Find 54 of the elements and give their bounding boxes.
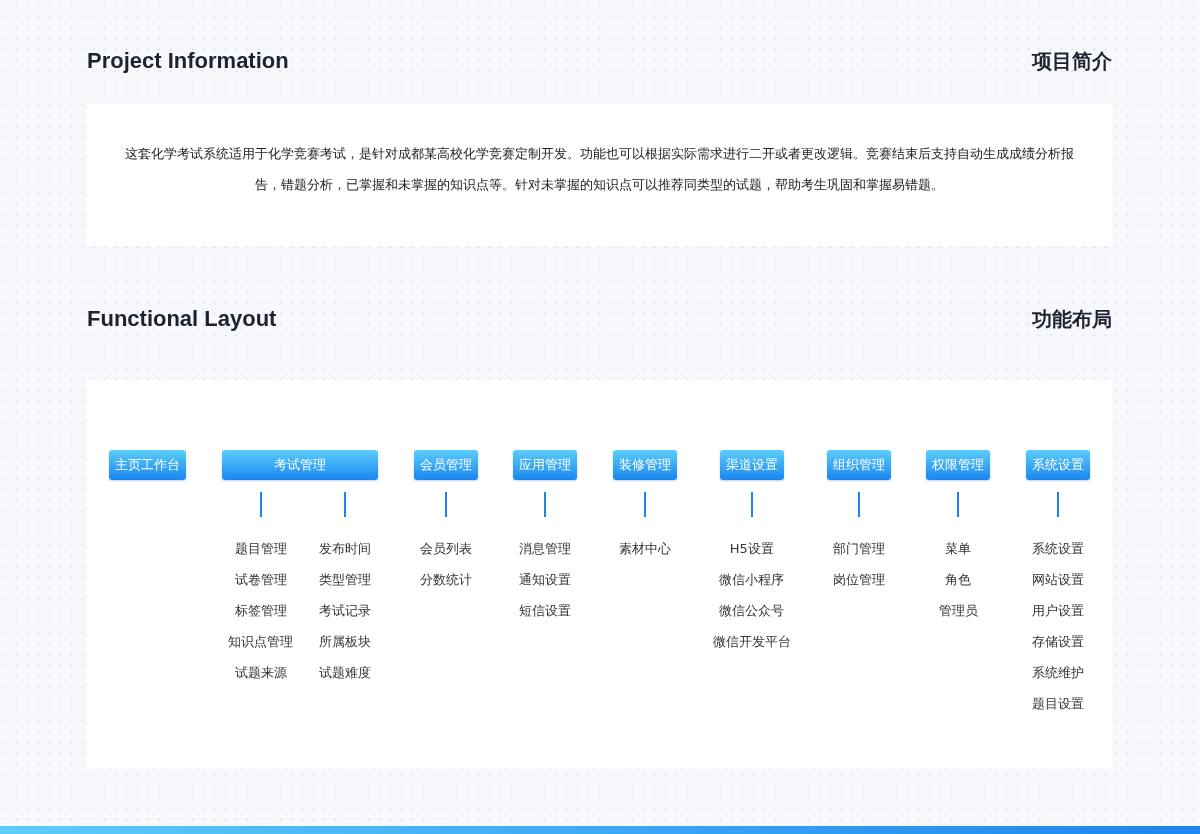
function-item: 存储设置 bbox=[1032, 633, 1084, 651]
connector-line bbox=[544, 492, 547, 517]
connector-line bbox=[957, 492, 960, 517]
function-item: 素材中心 bbox=[619, 540, 671, 558]
description-paragraph: 这套化学考试系统适用于化学竞赛考试，是针对成都某高校化学竞赛定制开发。功能也可以根据实际需求进行二开或者更改逻辑。竞赛结束后支持自动生成成绩分析报告，错题分析，已掌握和未掌握的知识点等。针对未掌握的知识点可以推荐同类型的试题，帮助考生巩固和掌握易错题。 bbox=[124, 145, 1075, 194]
function-item: 题目设置 bbox=[1032, 695, 1084, 713]
function-item: 知识点管理 bbox=[228, 633, 294, 651]
connector-line bbox=[750, 492, 753, 517]
connector-line bbox=[857, 492, 860, 517]
module-header: 权限管理 bbox=[926, 450, 991, 480]
function-item: 短信设置 bbox=[519, 602, 572, 620]
module-header: 装修管理 bbox=[613, 450, 677, 480]
connector-line bbox=[259, 492, 262, 517]
function-item: 题目管理 bbox=[234, 540, 287, 558]
function-item: 角色 bbox=[945, 571, 972, 589]
function-item: 微信开发平台 bbox=[712, 633, 791, 651]
function-item: 分数统计 bbox=[419, 571, 472, 589]
function-item: 系统维护 bbox=[1032, 664, 1084, 682]
section-title: 功能布局 bbox=[1032, 305, 1112, 333]
function-item: 用户设置 bbox=[1032, 602, 1084, 620]
module-header: 系统设置 bbox=[1026, 450, 1090, 480]
module-header: 组织管理 bbox=[826, 450, 891, 480]
function-item: 岗位管理 bbox=[832, 571, 885, 589]
connector-line bbox=[644, 492, 646, 517]
module-header: 会员管理 bbox=[413, 450, 478, 480]
function-item: 类型管理 bbox=[319, 571, 372, 589]
function-item: 部门管理 bbox=[832, 540, 885, 558]
module-header: 渠道设置 bbox=[719, 450, 784, 480]
function-item: H5设置 bbox=[729, 540, 774, 558]
module-header: 主页工作台 bbox=[109, 450, 186, 480]
function-item: 试卷管理 bbox=[234, 571, 287, 589]
function-item: 试题来源 bbox=[234, 664, 287, 682]
section-title: 项目简介 bbox=[1032, 47, 1112, 75]
function-item: 菜单 bbox=[945, 540, 972, 558]
function-item: 标签管理 bbox=[234, 602, 287, 620]
module-header: 考试管理 bbox=[221, 450, 378, 480]
function-item: 管理员 bbox=[938, 602, 978, 620]
function-item: 通知设置 bbox=[519, 571, 572, 589]
function-item: 考试记录 bbox=[319, 602, 372, 620]
connector-line bbox=[444, 492, 447, 517]
function-item: 微信公众号 bbox=[719, 602, 785, 620]
section-title: Project Information bbox=[87, 48, 289, 74]
function-item: 系统设置 bbox=[1032, 540, 1084, 558]
function-item: 发布时间 bbox=[319, 540, 372, 558]
function-item: 所属板块 bbox=[319, 633, 372, 651]
connector-line bbox=[1057, 492, 1059, 517]
function-item: 微信小程序 bbox=[719, 571, 785, 589]
function-item: 网站设置 bbox=[1032, 571, 1084, 589]
module-header: 应用管理 bbox=[513, 450, 578, 480]
function-item: 消息管理 bbox=[519, 540, 572, 558]
section-title: Functional Layout bbox=[87, 306, 277, 332]
connector-line bbox=[344, 492, 347, 517]
function-item: 试题难度 bbox=[319, 664, 372, 682]
function-item: 会员列表 bbox=[419, 540, 472, 558]
